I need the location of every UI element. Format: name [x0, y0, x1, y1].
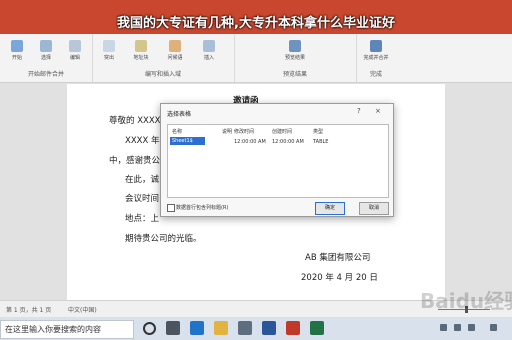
ribbon-group-label: 预览结果 [282, 71, 307, 78]
greeting-icon [169, 40, 181, 52]
highlight-icon [103, 40, 115, 52]
preview-results-button[interactable]: 预览结果 [282, 40, 308, 61]
edit-list-icon [69, 40, 81, 52]
ribbon-group-insert-fields: 突出 地址块 问候语 插入 编写和插入域 [92, 34, 235, 82]
network-icon[interactable] [440, 324, 447, 331]
close-icon[interactable]: × [375, 107, 381, 115]
finish-merge-button[interactable]: 完成并合并 [363, 40, 389, 61]
store-icon[interactable] [238, 321, 252, 335]
volume-icon[interactable] [454, 324, 461, 331]
search-placeholder: 在这里输入你要搜索的内容 [5, 325, 101, 334]
taskbar: 在这里输入你要搜索的内容 [0, 317, 512, 340]
column-header[interactable]: 修改时间 [234, 128, 254, 135]
watermark: Baidu经验 [420, 289, 512, 313]
column-header[interactable]: 说明 [222, 128, 232, 135]
company-name: AB 集团有限公司 [305, 253, 371, 263]
edge-icon[interactable] [190, 321, 204, 335]
document-icon [11, 40, 23, 52]
address-block-button[interactable]: 地址块 [128, 40, 154, 61]
excel-icon[interactable] [310, 321, 324, 335]
column-header[interactable]: 创建时间 [272, 128, 292, 135]
cancel-button[interactable]: 取消 [359, 202, 389, 215]
cortana-icon[interactable] [143, 322, 156, 335]
word-icon[interactable] [262, 321, 276, 335]
table-list[interactable]: 名称 说明 修改时间 创建时间 类型 Sheet1$ 12:00:00 AM 1… [167, 124, 389, 198]
salutation: 尊敬的 XXXX [109, 116, 161, 126]
preview-icon [289, 40, 301, 52]
select-recipients-button[interactable]: 选择 [33, 40, 59, 61]
highlight-fields-button[interactable]: 突出 [96, 40, 122, 61]
address-block-icon [135, 40, 147, 52]
notification-icon[interactable] [490, 324, 497, 331]
ribbon-group-label: 完成 [369, 71, 382, 78]
finish-merge-icon [370, 40, 382, 52]
table-cell-modified: 12:00:00 AM [234, 139, 266, 145]
body-line: 会议时间 [125, 194, 160, 204]
ribbon-group-preview: 预览结果 预览结果 [234, 34, 357, 82]
dialog-title: 选择表格 [167, 111, 192, 118]
recipients-icon [40, 40, 52, 52]
table-cell-created: 12:00:00 AM [272, 139, 304, 145]
task-view-icon[interactable] [166, 321, 180, 335]
powerpoint-icon[interactable] [286, 321, 300, 335]
language-indicator[interactable]: 中文(中国) [68, 305, 97, 314]
column-header[interactable]: 类型 [313, 128, 323, 135]
help-icon[interactable]: ? [357, 107, 361, 115]
table-row-name[interactable]: Sheet1$ [170, 137, 205, 145]
ribbon-group-label: 开始邮件合并 [27, 71, 64, 78]
taskbar-search-input[interactable]: 在这里输入你要搜索的内容 [0, 320, 134, 339]
body-line: 地点：上 [125, 214, 160, 224]
start-merge-button[interactable]: 开始 [4, 40, 30, 61]
column-header[interactable]: 名称 [172, 128, 182, 135]
overlay-title: 我国的大专证有几种,大专升本科拿什么毕业证好 [117, 16, 395, 31]
insert-field-button[interactable]: 插入 [196, 40, 222, 61]
select-table-dialog: 选择表格 ? × 名称 说明 修改时间 创建时间 类型 Sheet1$ 12:0… [160, 103, 394, 217]
body-line: 中，感谢贵公 [109, 156, 161, 166]
body-line: 在此，诚 [125, 175, 160, 185]
battery-icon[interactable] [468, 324, 475, 331]
page-count[interactable]: 第 1 页，共 1 页 [6, 305, 51, 314]
file-explorer-icon[interactable] [214, 321, 228, 335]
edit-recipients-button[interactable]: 编辑 [62, 40, 88, 61]
checkbox-label: 数据首行包含列标题(R) [176, 205, 229, 211]
ok-button[interactable]: 确定 [315, 202, 345, 215]
ribbon-group-finish: 完成并合并 完成 [356, 34, 396, 82]
greeting-line-button[interactable]: 问候语 [162, 40, 188, 61]
closing-line: 期待贵公司的光临。 [125, 234, 202, 244]
ribbon-group-start-merge: 开始 选择 编辑 开始邮件合并 [0, 34, 93, 82]
ribbon: 开始 选择 编辑 开始邮件合并 突出 地址块 问候语 插入 编写和插入域 预览结… [0, 34, 512, 83]
body-line: XXXX 年 [125, 136, 160, 146]
insert-field-icon [203, 40, 215, 52]
first-row-headers-checkbox[interactable] [167, 204, 175, 212]
document-date: 2020 年 4 月 20 日 [301, 273, 378, 283]
table-cell-type: TABLE [313, 139, 329, 145]
ribbon-group-label: 编写和插入域 [144, 71, 181, 78]
